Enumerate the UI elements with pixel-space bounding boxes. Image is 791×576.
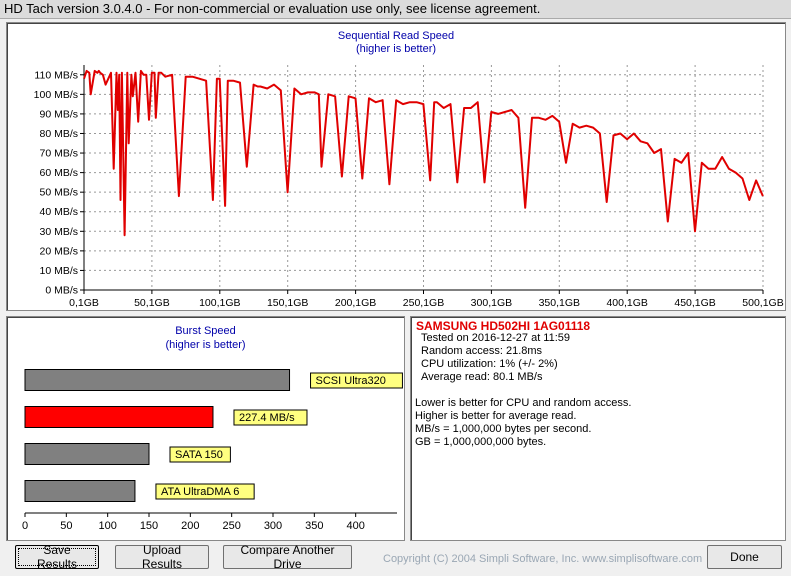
y-tick-label: 40 MB/s [39, 206, 78, 218]
y-tick-label: 50 MB/s [39, 187, 78, 199]
y-tick-label: 80 MB/s [39, 128, 78, 140]
tested-date: Tested on 2016-12-27 at 11:59 [421, 332, 571, 344]
x-tick-label: 100 [98, 520, 116, 532]
bar-label: 227.4 MB/s [239, 412, 295, 424]
sequential-read-chart: 0 MB/s 10 MB/s 20 MB/s 30 MB/s 40 MB/s 50 MB/… [34, 65, 784, 309]
burst-speed-panel: Burst Speed (higher is better) SCSI Ultr… [6, 316, 405, 541]
x-tick-label: 150,1GB [267, 297, 308, 309]
y-tick-label: 30 MB/s [39, 226, 78, 238]
x-tick-label: 200 [181, 520, 199, 532]
y-tick-label: 60 MB/s [39, 167, 78, 179]
cpu-utilization: CPU utilization: 1% (+/- 2%) [421, 358, 558, 370]
title-bar: HD Tach version 3.0.4.0 - For non-commer… [0, 0, 791, 19]
drive-model: SAMSUNG HD502HI 1AG01118 [416, 319, 591, 333]
y-tick-label: 90 MB/s [39, 108, 78, 120]
done-button[interactable]: Done [707, 545, 782, 569]
y-tick-label: 70 MB/s [39, 148, 78, 160]
upload-results-button[interactable]: Upload Results [115, 543, 209, 571]
compare-another-drive-button[interactable]: Compare Another Drive [223, 543, 352, 571]
copyright-text: Copyright (C) 2004 Simpli Software, Inc.… [383, 553, 703, 565]
burst-bar-reference [24, 480, 136, 502]
y-tick-label: 0 MB/s [45, 285, 78, 297]
note-line: Lower is better for CPU and random acces… [415, 397, 632, 409]
x-tick-label: 400 [346, 520, 364, 532]
sequential-read-panel: Sequential Read Speed (higher is better)… [6, 22, 786, 311]
x-tick-label: 150 [140, 520, 158, 532]
y-tick-label: 110 MB/s [34, 69, 78, 81]
average-read: Average read: 80.1 MB/s [421, 371, 543, 383]
random-access: Random access: 21.8ms [421, 345, 543, 357]
bar-label: SCSI Ultra320 [316, 375, 386, 387]
x-tick-label: 350,1GB [539, 297, 580, 309]
x-tick-label: 350 [305, 520, 323, 532]
x-tick-label: 300,1GB [471, 297, 512, 309]
x-tick-label: 100,1GB [199, 297, 240, 309]
bar-label: SATA 150 [175, 449, 223, 461]
window-title: HD Tach version 3.0.4.0 - For non-commer… [4, 1, 541, 16]
burst-speed-chart: SCSI Ultra320 227.4 MB/s SATA 150 ATA Ultra… [22, 369, 403, 532]
x-tick-label: 300 [264, 520, 282, 532]
burst-bar-drive [24, 406, 214, 428]
x-tick-label: 250,1GB [403, 297, 444, 309]
x-tick-label: 250 [222, 520, 240, 532]
x-tick-label: 450,1GB [674, 297, 715, 309]
y-tick-label: 20 MB/s [39, 245, 78, 257]
note-line: GB = 1,000,000,000 bytes. [415, 436, 547, 448]
bar-label: ATA UltraDMA 6 [161, 486, 239, 498]
x-tick-label: 400,1GB [606, 297, 647, 309]
x-tick-label: 50,1GB [134, 297, 170, 309]
x-tick-label: 500,1GB [742, 297, 783, 309]
note-line: Higher is better for average read. [415, 410, 577, 422]
burst-bar-reference [24, 443, 150, 465]
burst-bar-reference [24, 369, 291, 391]
note-line: MB/s = 1,000,000 bytes per second. [415, 423, 592, 435]
save-results-button[interactable]: Save Results [15, 543, 99, 571]
x-tick-label: 0 [22, 520, 28, 532]
x-tick-label: 0,1GB [69, 297, 99, 309]
x-tick-label: 50 [60, 520, 72, 532]
x-tick-label: 200,1GB [335, 297, 376, 309]
y-tick-label: 100 MB/s [34, 89, 78, 101]
y-tick-label: 10 MB/s [39, 265, 78, 277]
